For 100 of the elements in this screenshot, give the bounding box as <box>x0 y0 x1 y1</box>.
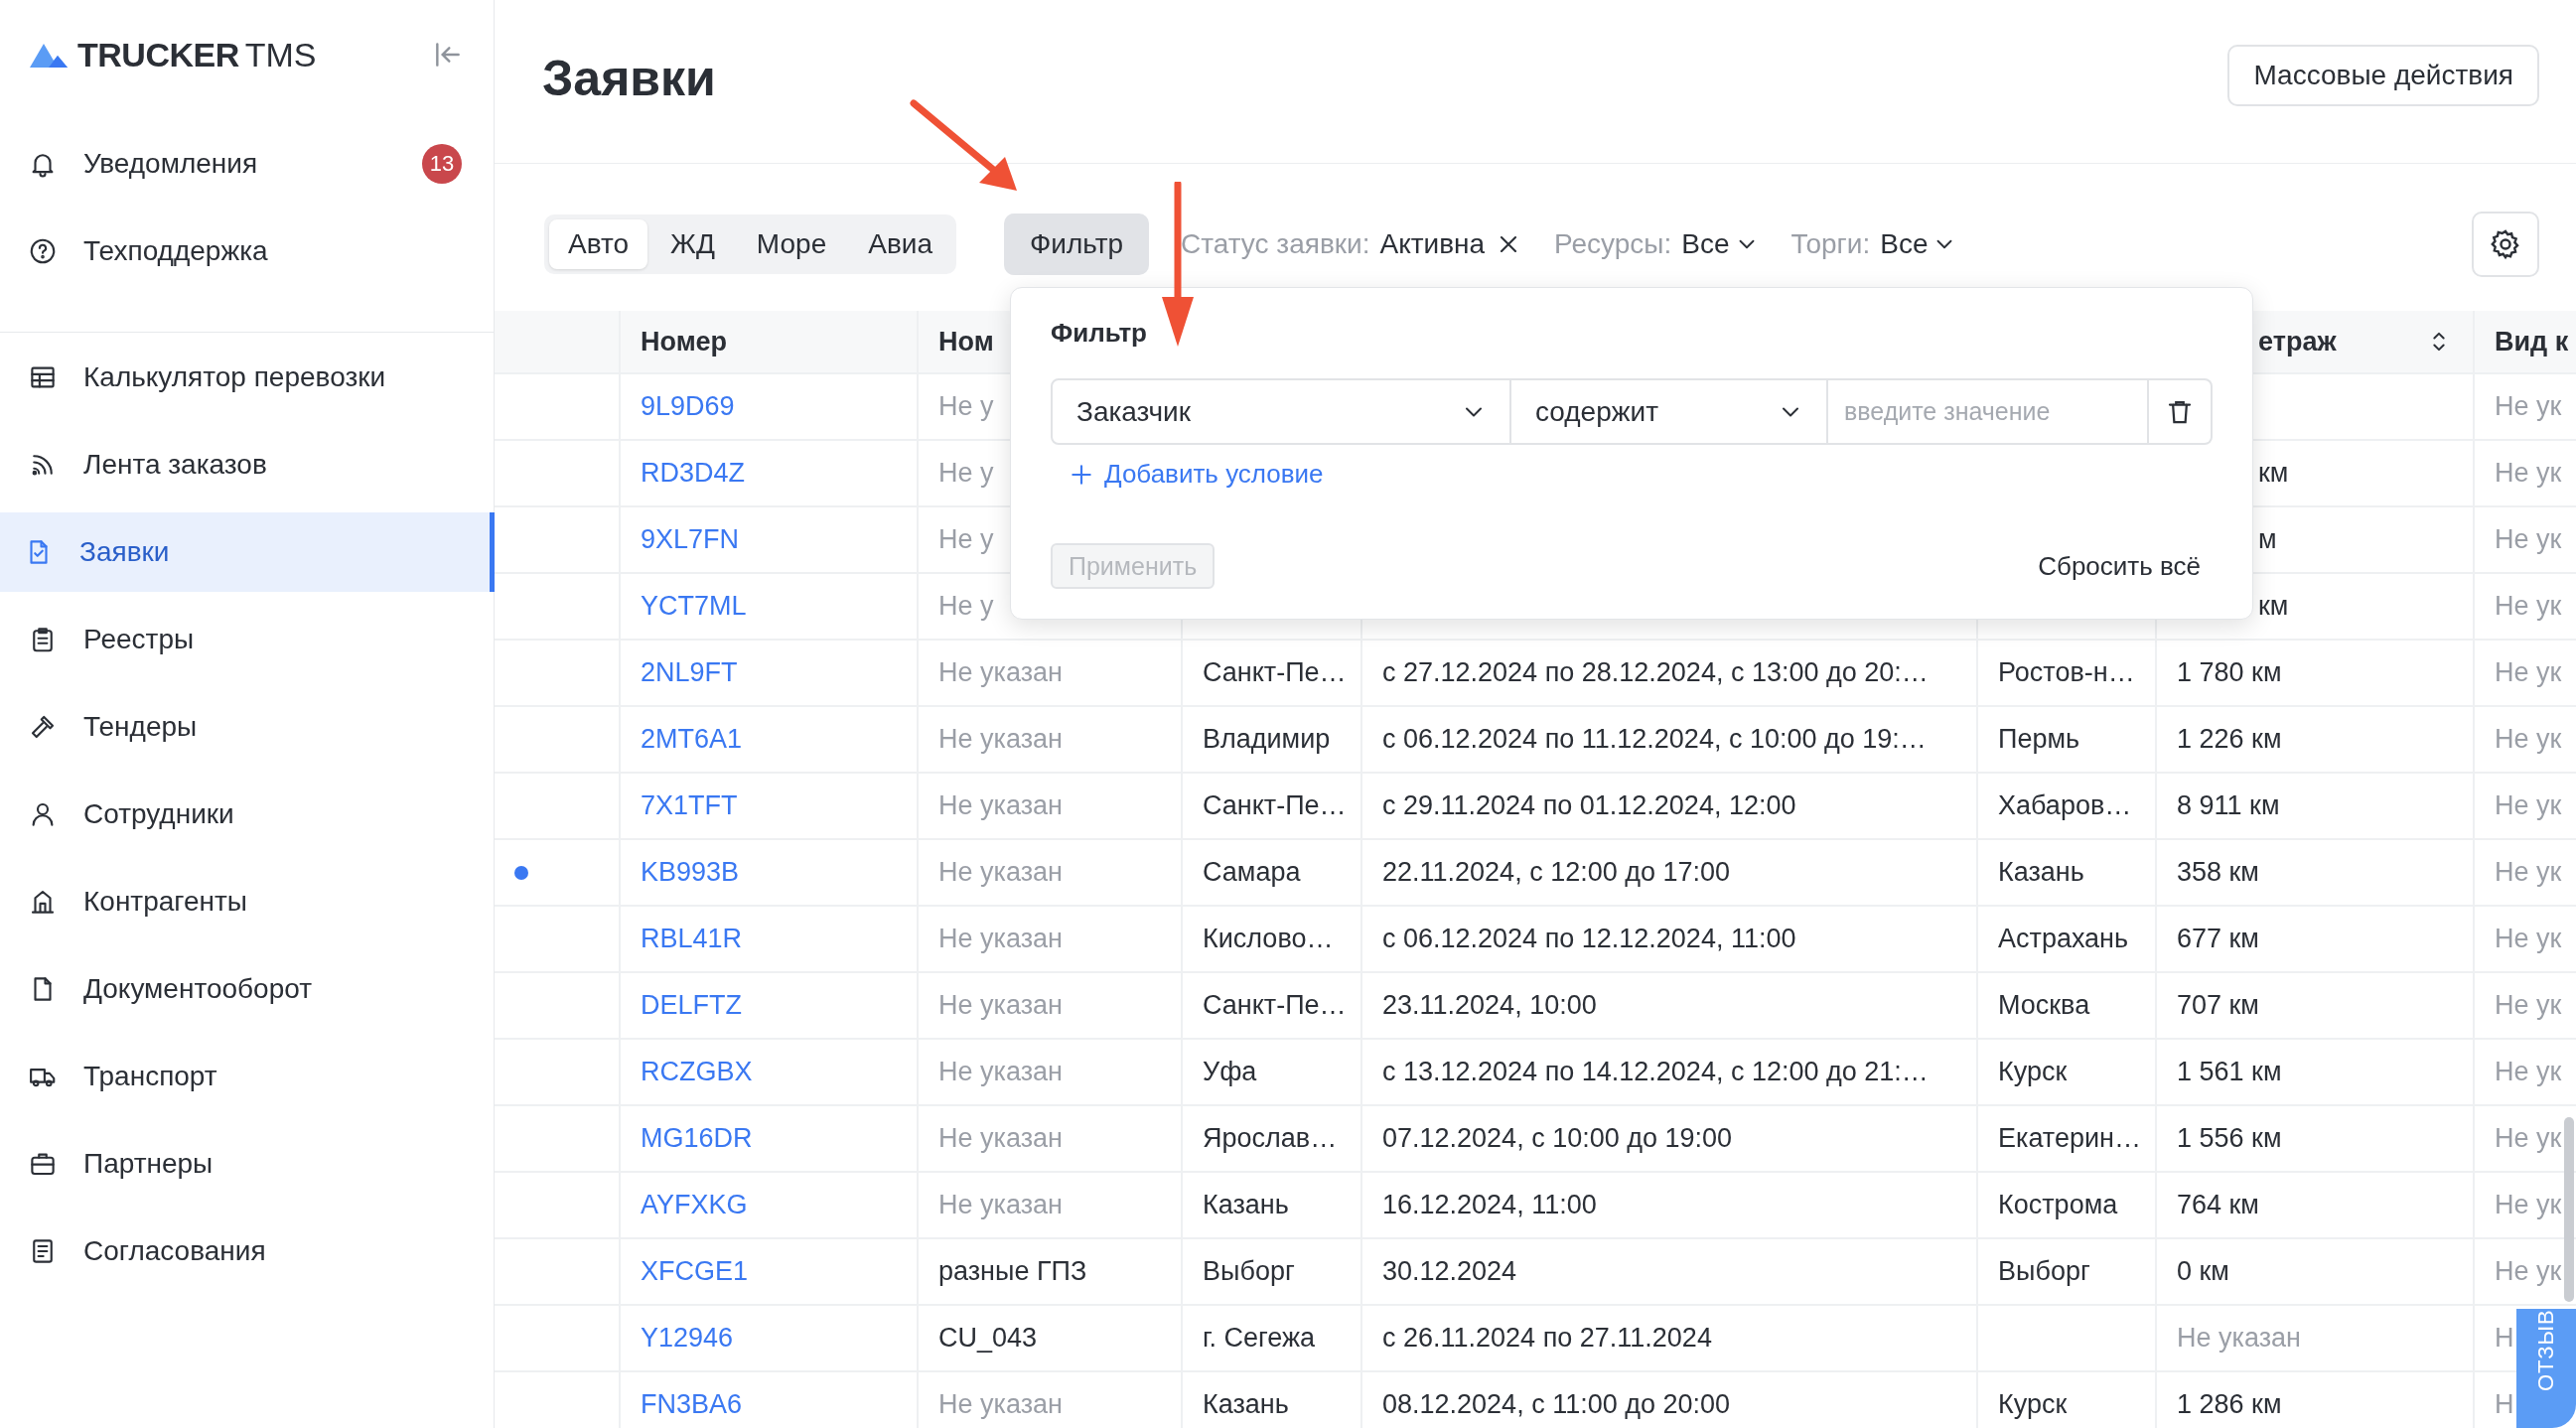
sidebar-item[interactable]: Партнеры <box>0 1124 495 1204</box>
field-select[interactable]: Заказчик <box>1051 378 1511 445</box>
filter-label: Ресурсы: <box>1554 228 1672 260</box>
table-cell: Н <box>2495 1389 2514 1420</box>
table-cell: Не ук <box>2495 724 2562 755</box>
table-cell: Санкт-Пе… <box>1203 790 1347 821</box>
sidebar-item[interactable]: Транспорт <box>0 1037 495 1116</box>
table-cell: Не указан <box>938 857 1063 888</box>
filter-dropdown[interactable]: Все <box>1880 228 1958 260</box>
sidebar-item[interactable]: Тендеры <box>0 687 495 767</box>
table-cell: Казань <box>1203 1389 1289 1420</box>
table-cell: Не указан <box>938 1057 1063 1087</box>
table-cell: 23.11.2024, 10:00 <box>1382 990 1597 1021</box>
sidebar-item[interactable]: Согласования <box>0 1212 495 1291</box>
order-link[interactable]: Y12946 <box>641 1323 734 1354</box>
order-link[interactable]: KB993B <box>641 857 740 888</box>
table-cell: Не ук <box>2495 391 2562 422</box>
table-cell: Не указан <box>938 657 1063 688</box>
table-cell: 677 км <box>2177 924 2259 954</box>
table-cell: 1 561 км <box>2177 1057 2282 1087</box>
table-cell: г. Сегежа <box>1203 1323 1316 1354</box>
delete-button[interactable] <box>2149 378 2213 445</box>
table-cell: CU_043 <box>938 1323 1038 1354</box>
order-link[interactable]: RBL41R <box>641 924 743 954</box>
sidebar-item[interactable]: Контрагенты <box>0 862 495 941</box>
table-cell: с 29.11.2024 по 01.12.2024, 12:00 <box>1382 790 1796 821</box>
table-cell: Не указан <box>938 990 1063 1021</box>
table-cell: 764 км <box>2177 1190 2259 1220</box>
order-link[interactable]: 7X1TFT <box>641 790 738 821</box>
filter-dropdown[interactable]: Все <box>1681 228 1760 260</box>
table-cell: Ростов-н… <box>1998 657 2135 688</box>
table-cell: Уфа <box>1203 1057 1257 1087</box>
table-cell: 30.12.2024 <box>1382 1256 1517 1287</box>
table-cell: Не ук <box>2495 458 2562 489</box>
table-cell: Не ук <box>2495 1190 2562 1220</box>
table-cell: Екатерин… <box>1998 1123 2141 1154</box>
table-cell: Казань <box>1998 857 2084 888</box>
table-cell: Не ук <box>2495 924 2562 954</box>
column-header: етраж <box>2258 326 2337 357</box>
table-cell: Кислово… <box>1203 924 1334 954</box>
table-cell: км <box>2258 591 2289 622</box>
table-cell: Санкт-Пе… <box>1203 657 1347 688</box>
bulk-actions-button[interactable]: Массовые действия <box>2227 45 2539 106</box>
table-cell: м <box>2258 524 2277 555</box>
filter-value: Активна <box>1379 228 1486 260</box>
table-cell: 1 226 км <box>2177 724 2282 755</box>
table-cell: Н <box>2495 1323 2514 1354</box>
sidebar-item[interactable]: Реестры <box>0 600 495 679</box>
order-link[interactable]: 2NL9FT <box>641 657 738 688</box>
order-link[interactable]: 9XL7FN <box>641 524 740 555</box>
order-link[interactable]: XFCGE1 <box>641 1256 749 1287</box>
help-icon <box>28 236 58 266</box>
filter-label: Статус заявки: <box>1181 228 1370 260</box>
table-cell: с 26.11.2024 по 27.11.2024 <box>1382 1323 1712 1354</box>
sidebar-item[interactable]: Заявки <box>0 512 495 592</box>
logo-suffix: TMS <box>244 35 317 74</box>
order-link[interactable]: MG16DR <box>641 1123 753 1154</box>
order-link[interactable]: FN3BA6 <box>641 1389 743 1420</box>
table-cell: Не указан <box>2177 1323 2301 1354</box>
transport-tab[interactable]: ЖД <box>651 219 734 269</box>
sidebar-item[interactable]: Уведомления 13 <box>0 124 495 204</box>
table-cell: Не ук <box>2495 524 2562 555</box>
operator-select[interactable]: содержит <box>1511 378 1828 445</box>
order-link[interactable]: RCZGBX <box>641 1057 753 1087</box>
table-cell: Не ук <box>2495 657 2562 688</box>
sidebar-item[interactable]: Калькулятор перевозки <box>0 338 495 417</box>
order-link[interactable]: AYFXKG <box>641 1190 748 1220</box>
add-condition-link[interactable]: Добавить условие <box>1051 459 1324 490</box>
popup-title: Фильтр <box>1051 318 1148 349</box>
table-cell: Ярослав… <box>1203 1123 1338 1154</box>
transport-tab[interactable]: Море <box>737 219 846 269</box>
table-cell: Не у <box>938 524 994 555</box>
order-link[interactable]: 9L9D69 <box>641 391 735 422</box>
settings-button[interactable] <box>2472 212 2539 277</box>
table-cell: с 06.12.2024 по 11.12.2024, с 10:00 до 19:… <box>1382 724 1927 755</box>
sidebar-item[interactable]: Сотрудники <box>0 775 495 854</box>
order-link[interactable]: DELFTZ <box>641 990 742 1021</box>
table-cell: Не у <box>938 591 994 622</box>
transport-tab[interactable]: Авто <box>549 219 648 269</box>
sidebar-item[interactable]: Документооборот <box>0 949 495 1029</box>
order-link[interactable]: RD3D4Z <box>641 458 746 489</box>
sidebar-item[interactable]: Техподдержка <box>0 212 495 291</box>
sidebar-item[interactable]: Лента заказов <box>0 425 495 504</box>
order-link[interactable]: YCT7ML <box>641 591 747 622</box>
table-cell: Казань <box>1203 1190 1289 1220</box>
table-cell: Не указан <box>938 1123 1063 1154</box>
column-header: Ном <box>938 326 994 357</box>
reset-button[interactable]: Сбросить всё <box>2038 550 2213 582</box>
table-cell: с 13.12.2024 по 14.12.2024, с 12:00 до 21:… <box>1382 1057 1929 1087</box>
scrollbar[interactable] <box>2564 1117 2574 1302</box>
value-field[interactable]: введите значение <box>1828 378 2149 445</box>
table-cell: Не ук <box>2495 1256 2562 1287</box>
table-cell: 22.11.2024, с 12:00 до 17:00 <box>1382 857 1731 888</box>
filter-button[interactable]: Фильтр <box>1004 214 1150 275</box>
order-link[interactable]: 2MT6A1 <box>641 724 743 755</box>
logo-brand: TRUCKER <box>77 35 239 74</box>
table-cell: Кострома <box>1998 1190 2118 1220</box>
table-cell: Не указан <box>938 1190 1063 1220</box>
transport-tab[interactable]: Авиа <box>849 219 951 269</box>
table-cell: Не ук <box>2495 790 2562 821</box>
